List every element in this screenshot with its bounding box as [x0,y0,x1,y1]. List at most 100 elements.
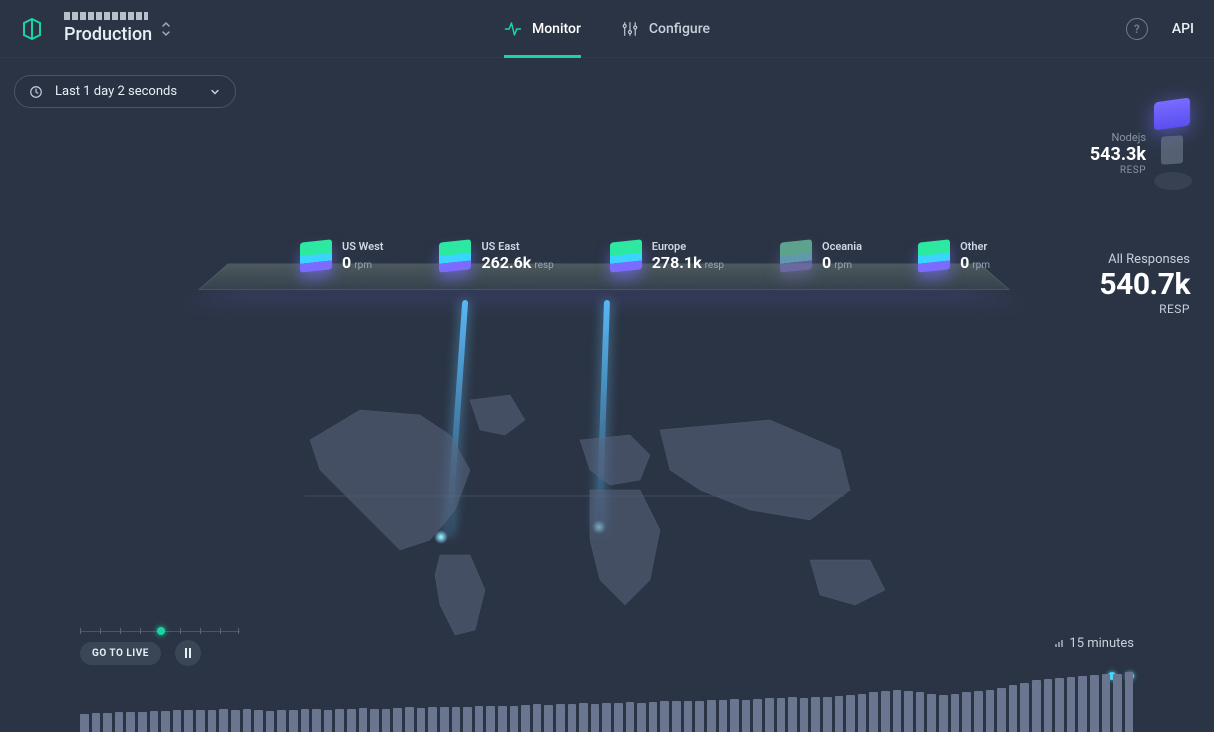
histogram-bar [1090,675,1099,732]
region-europe[interactable]: Europe 278.1kresp [610,240,724,272]
region-us-east[interactable]: US East 262.6kresp [439,240,553,272]
playback-controls: GO TO LIVE [80,640,201,666]
histogram-bar [602,703,611,732]
region-oceania[interactable]: Oceania 0rpm [780,240,862,272]
histogram-bar [80,714,89,732]
histogram-bar [231,710,240,732]
histogram-bar [765,698,774,732]
playback-slider[interactable] [80,624,240,638]
histogram-bar [266,711,275,732]
histogram-bar [591,704,600,732]
region-name: US East [481,240,553,253]
histogram-bar [660,701,669,732]
histogram-bar [823,697,832,732]
histogram-bar [126,712,135,732]
stat-all-responses: All Responses 540.7k RESP [1099,252,1190,316]
histogram-bar [324,710,333,732]
histogram-bar [312,709,321,732]
region-value: 262.6k [481,253,531,272]
stat-nodejs-label: Nodejs [1090,131,1146,144]
histogram-bar [1044,679,1053,732]
histogram-bar [452,707,461,732]
nav-monitor-label: Monitor [532,21,581,37]
histogram-bar [289,710,298,732]
slider-thumb[interactable] [157,627,165,635]
time-window[interactable]: 15 minutes [1055,636,1134,651]
response-histogram[interactable] [80,670,1134,732]
cube-stack-icon[interactable] [1154,100,1190,206]
region-cube-icon [300,239,332,272]
histogram-bar [684,701,693,732]
histogram-bar [1032,680,1041,732]
histogram-bar [742,700,751,732]
org-redacted-bar [64,12,148,20]
histogram-bar [846,695,855,732]
histogram-bar [196,710,205,732]
chevron-down-icon [209,86,221,98]
histogram-bar [277,710,286,732]
histogram-bar [1009,685,1018,732]
histogram-bar [254,710,263,732]
time-window-label: 15 minutes [1069,636,1134,651]
histogram-bar [951,694,960,732]
histogram-bar [579,703,588,732]
histogram-bar [440,707,449,732]
histogram-bar [92,713,101,732]
activity-icon [504,20,522,38]
histogram-bar [370,709,379,732]
nav-monitor[interactable]: Monitor [504,0,581,58]
histogram-bar [800,698,809,732]
go-live-button[interactable]: GO TO LIVE [80,642,161,665]
histogram-bar [347,709,356,732]
histogram-bar [568,704,577,732]
histogram-bar [521,705,530,732]
histogram-bar [533,704,542,732]
histogram-bar [904,691,913,732]
region-name: Other [960,240,990,253]
histogram-bar [614,703,623,732]
region-cube-icon [610,239,642,272]
histogram-bar [835,696,844,732]
regions-row: US West 0rpm US East 262.6kresp Europe 2… [300,240,990,272]
histogram-bar [138,712,147,732]
histogram-bar [219,709,228,732]
histogram-bar [150,711,159,732]
pause-button[interactable] [175,640,201,666]
region-value: 278.1k [652,253,702,272]
histogram-bar [695,701,704,732]
histogram-bar [1078,676,1087,732]
histogram-bar [428,707,437,732]
histogram-bar [173,710,182,732]
nav-configure[interactable]: Configure [621,0,710,58]
org-switcher[interactable]: Production [64,12,172,45]
histogram-bar [382,709,391,732]
histogram-bar [939,695,948,732]
histogram-bar [707,700,716,732]
api-link[interactable]: API [1172,21,1194,37]
stat-all-unit: RESP [1099,302,1190,316]
histogram-bar [730,699,739,732]
region-value: 0 [342,253,351,272]
histogram-bar [417,708,426,732]
region-value: 0 [960,253,969,272]
histogram-bar [393,708,402,732]
region-other[interactable]: Other 0rpm [918,240,990,272]
histogram-bar [184,710,193,732]
histogram-bar [997,688,1006,732]
histogram-bar [858,694,867,732]
help-icon[interactable]: ? [1126,18,1148,40]
histogram-bar [649,702,658,732]
time-range-picker[interactable]: Last 1 day 2 seconds [14,75,236,108]
world-map-icon [270,380,940,640]
region-unit: rpm [834,260,852,271]
histogram-bar [672,701,681,732]
histogram-bar [881,691,890,732]
stat-all-value: 540.7k [1099,267,1190,302]
histogram-bar [753,699,762,732]
histogram-bar [208,710,217,732]
histogram-bar [777,698,786,732]
histogram-bar [916,692,925,732]
histogram-bar [1055,678,1064,732]
region-us-west[interactable]: US West 0rpm [300,240,383,272]
nav-center: Monitor Configure [504,0,710,58]
